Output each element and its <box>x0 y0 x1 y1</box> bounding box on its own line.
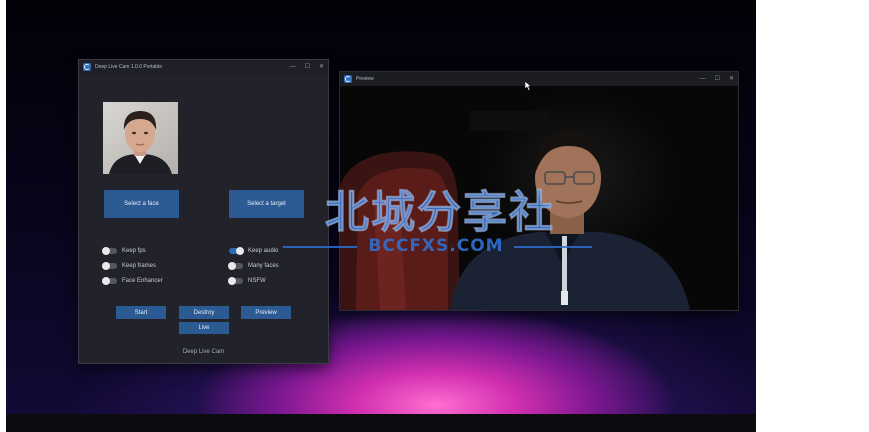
keep-fps-switch[interactable]: Keep fps <box>102 247 146 255</box>
start-button[interactable]: Start <box>116 306 166 319</box>
keep-fps-label: Keep fps <box>122 248 146 254</box>
switch-track[interactable] <box>102 277 117 285</box>
close-icon[interactable]: ✕ <box>319 64 324 70</box>
keep-frames-label: Keep frames <box>122 263 157 269</box>
preview-window: Preview — ☐ ✕ <box>339 71 739 311</box>
nsfw-label: NSFW <box>248 278 266 284</box>
many-faces-switch[interactable]: Many faces <box>228 262 279 270</box>
many-faces-label: Many faces <box>248 263 279 269</box>
keep-frames-switch[interactable]: Keep frames <box>102 262 157 270</box>
live-button[interactable]: Live <box>179 322 229 334</box>
switch-track[interactable] <box>102 247 117 255</box>
main-window-title: Deep Live Cam 1.0.0 Portable <box>95 64 162 70</box>
preview-button[interactable]: Preview <box>241 306 291 319</box>
source-face-image <box>103 102 178 174</box>
face-enhancer-switch[interactable]: Face Enhancer <box>102 277 163 285</box>
minimize-icon[interactable]: — <box>700 76 706 82</box>
face-enhancer-label: Face Enhancer <box>122 278 163 284</box>
video-bottom-bar <box>6 414 756 432</box>
keep-audio-switch[interactable]: Keep audio <box>229 247 279 255</box>
preview-window-title: Preview <box>356 76 374 82</box>
nsfw-switch[interactable]: NSFW <box>228 277 266 285</box>
main-window-titlebar[interactable]: Deep Live Cam 1.0.0 Portable — ☐ ✕ <box>79 60 328 74</box>
minimize-icon[interactable]: — <box>290 64 296 70</box>
close-icon[interactable]: ✕ <box>729 76 734 82</box>
switch-track[interactable] <box>228 262 243 270</box>
mouse-cursor-icon <box>524 78 532 96</box>
select-face-button[interactable]: Select a face <box>104 190 179 218</box>
select-target-button[interactable]: Select a target <box>229 190 304 218</box>
app-footer-label: Deep Live Cam <box>182 349 225 355</box>
app-icon <box>344 75 352 83</box>
switch-track[interactable] <box>228 277 243 285</box>
maximize-icon[interactable]: ☐ <box>305 64 310 70</box>
preview-window-titlebar[interactable]: Preview — ☐ ✕ <box>340 72 738 86</box>
webcam-preview-feed <box>340 86 738 310</box>
deep-live-cam-window: Deep Live Cam 1.0.0 Portable — ☐ ✕ Selec… <box>78 59 329 364</box>
app-icon <box>83 63 91 71</box>
switch-track[interactable] <box>102 262 117 270</box>
keep-audio-label: Keep audio <box>248 248 279 254</box>
switch-track[interactable] <box>229 247 244 255</box>
maximize-icon[interactable]: ☐ <box>715 76 720 82</box>
destroy-button[interactable]: Destroy <box>179 306 229 319</box>
